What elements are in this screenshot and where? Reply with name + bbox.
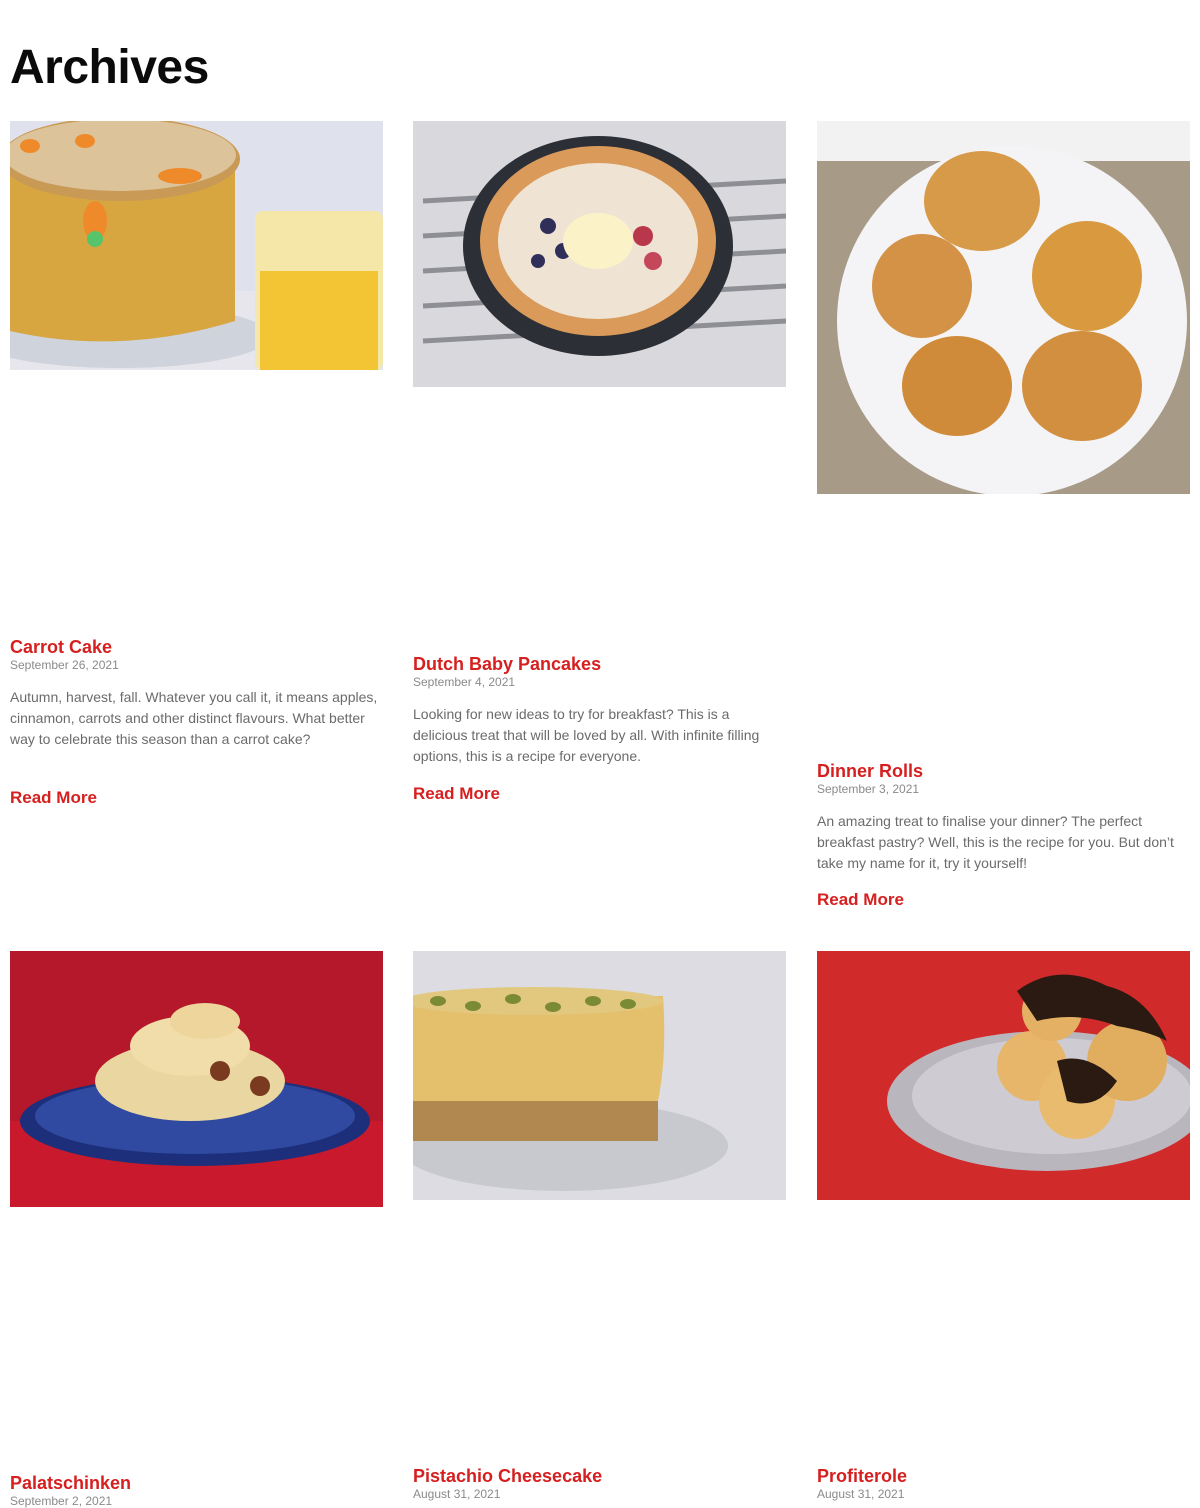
post-thumbnail[interactable]: [413, 951, 786, 1200]
post-thumbnail[interactable]: [817, 121, 1190, 494]
post-title-link[interactable]: Pistachio Cheesecake: [413, 1466, 602, 1487]
read-more-link[interactable]: Read More: [10, 788, 97, 808]
read-more-link[interactable]: Read More: [817, 890, 904, 910]
post-title-link[interactable]: Palatschinken: [10, 1473, 131, 1494]
post-title-link[interactable]: Carrot Cake: [10, 637, 112, 658]
pistachio-cheesecake-photo: [413, 951, 786, 1200]
post-date: September 26, 2021: [10, 658, 119, 672]
post-date: August 31, 2021: [413, 1487, 501, 1501]
post-thumbnail[interactable]: [10, 121, 383, 370]
post-title-link[interactable]: Dinner Rolls: [817, 761, 923, 782]
post-title-link[interactable]: Profiterole: [817, 1466, 907, 1487]
post-excerpt: Autumn, harvest, fall. Whatever you call…: [10, 689, 378, 747]
post-date: September 2, 2021: [10, 1494, 113, 1508]
post-thumbnail[interactable]: [413, 121, 786, 387]
post-date: August 31, 2021: [817, 1487, 905, 1501]
page-title: Archives: [10, 41, 209, 94]
post-thumbnail[interactable]: [10, 951, 383, 1207]
post-date: September 3, 2021: [817, 782, 920, 796]
read-more-link[interactable]: Read More: [413, 784, 500, 804]
post-excerpt: An amazing treat to finalise your dinner…: [817, 813, 1174, 871]
dinner-rolls-photo: [817, 121, 1190, 494]
palatschinken-photo: [10, 951, 383, 1207]
post-date: September 4, 2021: [413, 675, 516, 689]
carrot-cake-photo: [10, 121, 383, 370]
post-thumbnail[interactable]: [817, 951, 1190, 1200]
profiterole-photo: [817, 951, 1190, 1200]
dutch-baby-pancake-photo: [413, 121, 786, 387]
post-excerpt: Looking for new ideas to try for breakfa…: [413, 706, 760, 764]
post-title-link[interactable]: Dutch Baby Pancakes: [413, 654, 601, 675]
archive-page: Archives Carrot Cake September 26, 2021: [0, 0, 1200, 1508]
